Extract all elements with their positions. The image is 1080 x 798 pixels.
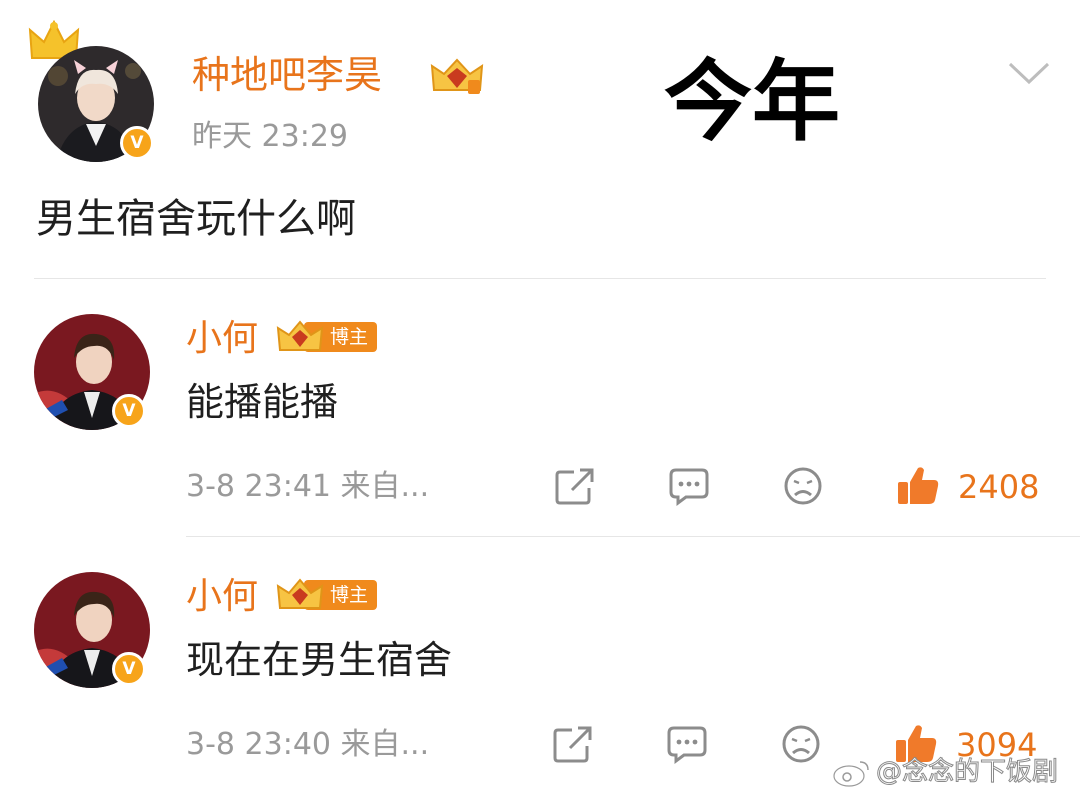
share-icon[interactable] xyxy=(552,724,594,764)
watermark-text: @念念的下饭剧 xyxy=(875,757,1059,788)
comment-content: 能播能播 xyxy=(186,380,339,424)
divider xyxy=(186,536,1080,537)
post-time: 昨天 23:29 xyxy=(192,119,348,154)
weibo-logo-icon xyxy=(832,761,869,788)
verified-v-icon: V xyxy=(112,652,146,686)
verified-v-icon: V xyxy=(120,126,154,160)
comment-meta: 3-8 23:40 来自... xyxy=(186,727,430,762)
member-crown-badge-icon xyxy=(430,58,484,94)
blogger-badge: 博主 xyxy=(276,320,378,354)
watermark: @念念的下饭剧 xyxy=(832,752,1059,792)
member-crown-badge-icon xyxy=(276,320,324,351)
post-content: 男生宿舍玩什么啊 xyxy=(36,196,356,242)
overlay-caption: 今年 xyxy=(664,50,841,153)
like-count: 2408 xyxy=(958,468,1040,506)
commenter-name[interactable]: 小何 xyxy=(186,316,258,362)
comment-content: 现在在男生宿舍 xyxy=(186,638,453,682)
thumbs-up-icon[interactable] xyxy=(896,464,940,506)
share-icon[interactable] xyxy=(554,466,596,506)
comment-meta: 3-8 23:41 来自... xyxy=(186,469,430,504)
commenter-name[interactable]: 小何 xyxy=(186,574,258,620)
post-header: V 种地吧李昊 昨天 23:29 今年 男生宿舍玩什么啊 xyxy=(0,0,1080,280)
member-crown-badge-icon xyxy=(276,578,324,609)
comment-icon[interactable] xyxy=(668,466,710,506)
dislike-face-icon[interactable] xyxy=(780,724,822,764)
verified-v-icon: V xyxy=(112,394,146,428)
comment-item: V 小何 博主 能播能播 3-8 23:41 来自... 2408 xyxy=(0,290,1080,540)
divider xyxy=(34,278,1046,279)
post-author-name[interactable]: 种地吧李昊 xyxy=(192,50,382,100)
comment-icon[interactable] xyxy=(666,724,708,764)
dislike-face-icon[interactable] xyxy=(782,466,824,506)
chevron-down-icon[interactable] xyxy=(1006,58,1052,88)
blogger-badge: 博主 xyxy=(276,578,378,612)
